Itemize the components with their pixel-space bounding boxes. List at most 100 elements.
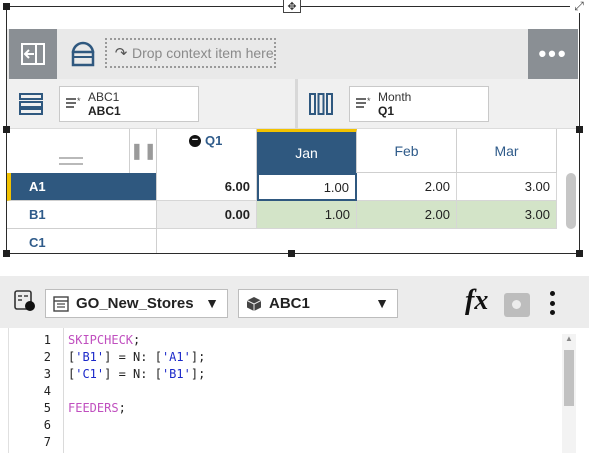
resize-handle[interactable]	[576, 250, 583, 257]
exit-button[interactable]	[9, 29, 57, 79]
code-line-3: ['C1'] = N: ['B1'];	[68, 367, 206, 381]
line-number: 3	[43, 367, 51, 381]
line-number: 5	[43, 401, 51, 415]
code-line-1: SKIPCHECK;	[68, 332, 140, 349]
column-header-jan[interactable]: Jan	[257, 129, 357, 173]
collapse-icon[interactable]: −	[189, 134, 201, 147]
code-line-2: ['B1'] = N: ['A1'];	[68, 350, 206, 364]
context-drop-zone[interactable]: ↷ Drop context item here	[105, 38, 276, 68]
cell-value: 3.00	[524, 207, 550, 222]
keyword-token: FEEDERS	[68, 401, 119, 415]
cell-a1-jan[interactable]: 1.00	[257, 173, 357, 201]
cube-viewer-widget: ↷ Drop context item here ••• * ABC1 ABC1	[6, 6, 580, 254]
cell-b1-q1[interactable]: 0.00	[157, 201, 257, 229]
row-header-label: C1	[29, 235, 46, 250]
row-header-c1[interactable]: C1	[7, 229, 157, 253]
column-header-label: Feb	[394, 142, 419, 159]
cell-value: 2.00	[424, 179, 450, 194]
calculator-icon[interactable]	[14, 290, 36, 312]
cell-b1-jan[interactable]: 1.00	[257, 201, 357, 229]
kebab-icon[interactable]	[545, 289, 559, 317]
move-icon[interactable]: ✥	[283, 0, 301, 13]
scroll-up-icon[interactable]: ▲	[565, 334, 573, 343]
resize-handle[interactable]	[3, 126, 10, 133]
cell-value: 3.00	[524, 179, 550, 194]
dimension-subset-icon: *	[60, 86, 88, 122]
cube-select[interactable]: GO_New_Stores ▼	[45, 289, 228, 318]
exit-icon	[21, 43, 45, 65]
dimension-cube-icon	[239, 296, 269, 312]
column-header-mar[interactable]: Mar	[457, 129, 557, 173]
code-scrollbar-thumb[interactable]	[564, 350, 574, 406]
line-number: 6	[43, 418, 51, 432]
rows-dimension-chip[interactable]: * ABC1 ABC1	[59, 86, 199, 122]
chevron-down-icon: ▼	[375, 295, 389, 311]
rule-code-editor[interactable]: 1 2 3 4 5 6 7 SKIPCHECK; ['B1'] = N: ['A…	[8, 328, 576, 453]
column-resize-handle[interactable]: ❚❚	[129, 129, 157, 173]
cell-value: 1.00	[324, 207, 350, 222]
row-header-b1[interactable]: B1	[7, 201, 157, 229]
column-header-label: Mar	[494, 142, 519, 159]
column-header-feb[interactable]: Feb	[357, 129, 457, 173]
line-number: 2	[43, 350, 51, 364]
cell-a1-q1[interactable]: 6.00	[157, 173, 257, 201]
consolidated-header-label: Q1	[205, 133, 223, 148]
function-button[interactable]: fx	[465, 285, 488, 317]
cell-a1-feb[interactable]: 2.00	[357, 173, 457, 201]
rule-editor-toolbar: GO_New_Stores ▼ ABC1 ▼ fx	[0, 276, 589, 328]
cell-b1-mar[interactable]: 3.00	[457, 201, 557, 229]
dimension-select[interactable]: ABC1 ▼	[238, 289, 398, 318]
resize-handle[interactable]	[3, 250, 10, 257]
rows-icon[interactable]	[19, 93, 43, 115]
cell-a1-mar[interactable]: 3.00	[457, 173, 557, 201]
cell-value: 2.00	[424, 207, 450, 222]
code-token: ;	[118, 401, 126, 415]
row-header-label: B1	[29, 207, 46, 222]
layout-button[interactable]	[69, 40, 97, 68]
rows-subset-name: ABC1	[88, 104, 121, 118]
row-drag-handle[interactable]	[59, 157, 83, 165]
line-number-gutter: 1 2 3 4 5 6 7	[9, 328, 64, 453]
more-icon: •••	[538, 41, 568, 66]
line-number: 1	[43, 333, 51, 347]
grid-scrollbar[interactable]	[566, 173, 576, 229]
more-button[interactable]: •••	[528, 29, 578, 79]
data-grid: ❚❚ − Q1 Jan Feb Mar A1 6.00 1.00 2.00 3.0…	[7, 129, 578, 253]
rows-dimension-name: ABC1	[88, 90, 120, 104]
keyword-token: SKIPCHECK	[68, 333, 134, 347]
save-disk-icon[interactable]	[504, 293, 530, 317]
dimension-bar: * ABC1 ABC1 * Month Q1	[7, 79, 578, 129]
columns-dimension-chip[interactable]: * Month Q1	[349, 86, 489, 122]
row-header-a1[interactable]: A1	[7, 173, 157, 201]
fx-icon: fx	[465, 285, 489, 316]
columns-dimension-name: Month	[378, 90, 412, 104]
resize-handle[interactable]	[3, 3, 10, 10]
dimension-select-value: ABC1	[269, 295, 310, 312]
resize-handle[interactable]	[288, 250, 295, 257]
code-scrollbar[interactable]: ▲	[562, 334, 576, 453]
line-number: 4	[43, 384, 51, 398]
chevron-down-icon: ▼	[205, 295, 219, 311]
column-header-label: Jan	[295, 144, 318, 161]
cell-value: 0.00	[224, 207, 250, 222]
resize-handle[interactable]	[576, 126, 583, 133]
row-header-label: A1	[29, 179, 46, 194]
code-token: ;	[133, 333, 141, 347]
svg-text:*: *	[367, 96, 371, 106]
dimension-subset-icon: *	[350, 86, 378, 122]
cell-value: 1.00	[323, 179, 349, 195]
columns-subset-name: Q1	[378, 104, 395, 118]
drop-zone-placeholder: Drop context item here	[132, 45, 274, 61]
undo-arrow-icon: ↷	[114, 45, 128, 62]
cube-icon	[46, 295, 76, 312]
viewer-toolbar: ↷ Drop context item here •••	[7, 29, 578, 79]
cell-value: 6.00	[224, 179, 250, 194]
columns-icon[interactable]	[309, 93, 333, 115]
cell-b1-feb[interactable]: 2.00	[357, 201, 457, 229]
cube-select-value: GO_New_Stores	[76, 295, 194, 312]
svg-text:*: *	[77, 96, 81, 106]
dimbar-divider	[295, 79, 298, 129]
consolidated-column-header[interactable]: − Q1	[157, 129, 257, 173]
resize-icon[interactable]: ⤢	[570, 0, 588, 13]
line-number: 7	[43, 435, 51, 449]
